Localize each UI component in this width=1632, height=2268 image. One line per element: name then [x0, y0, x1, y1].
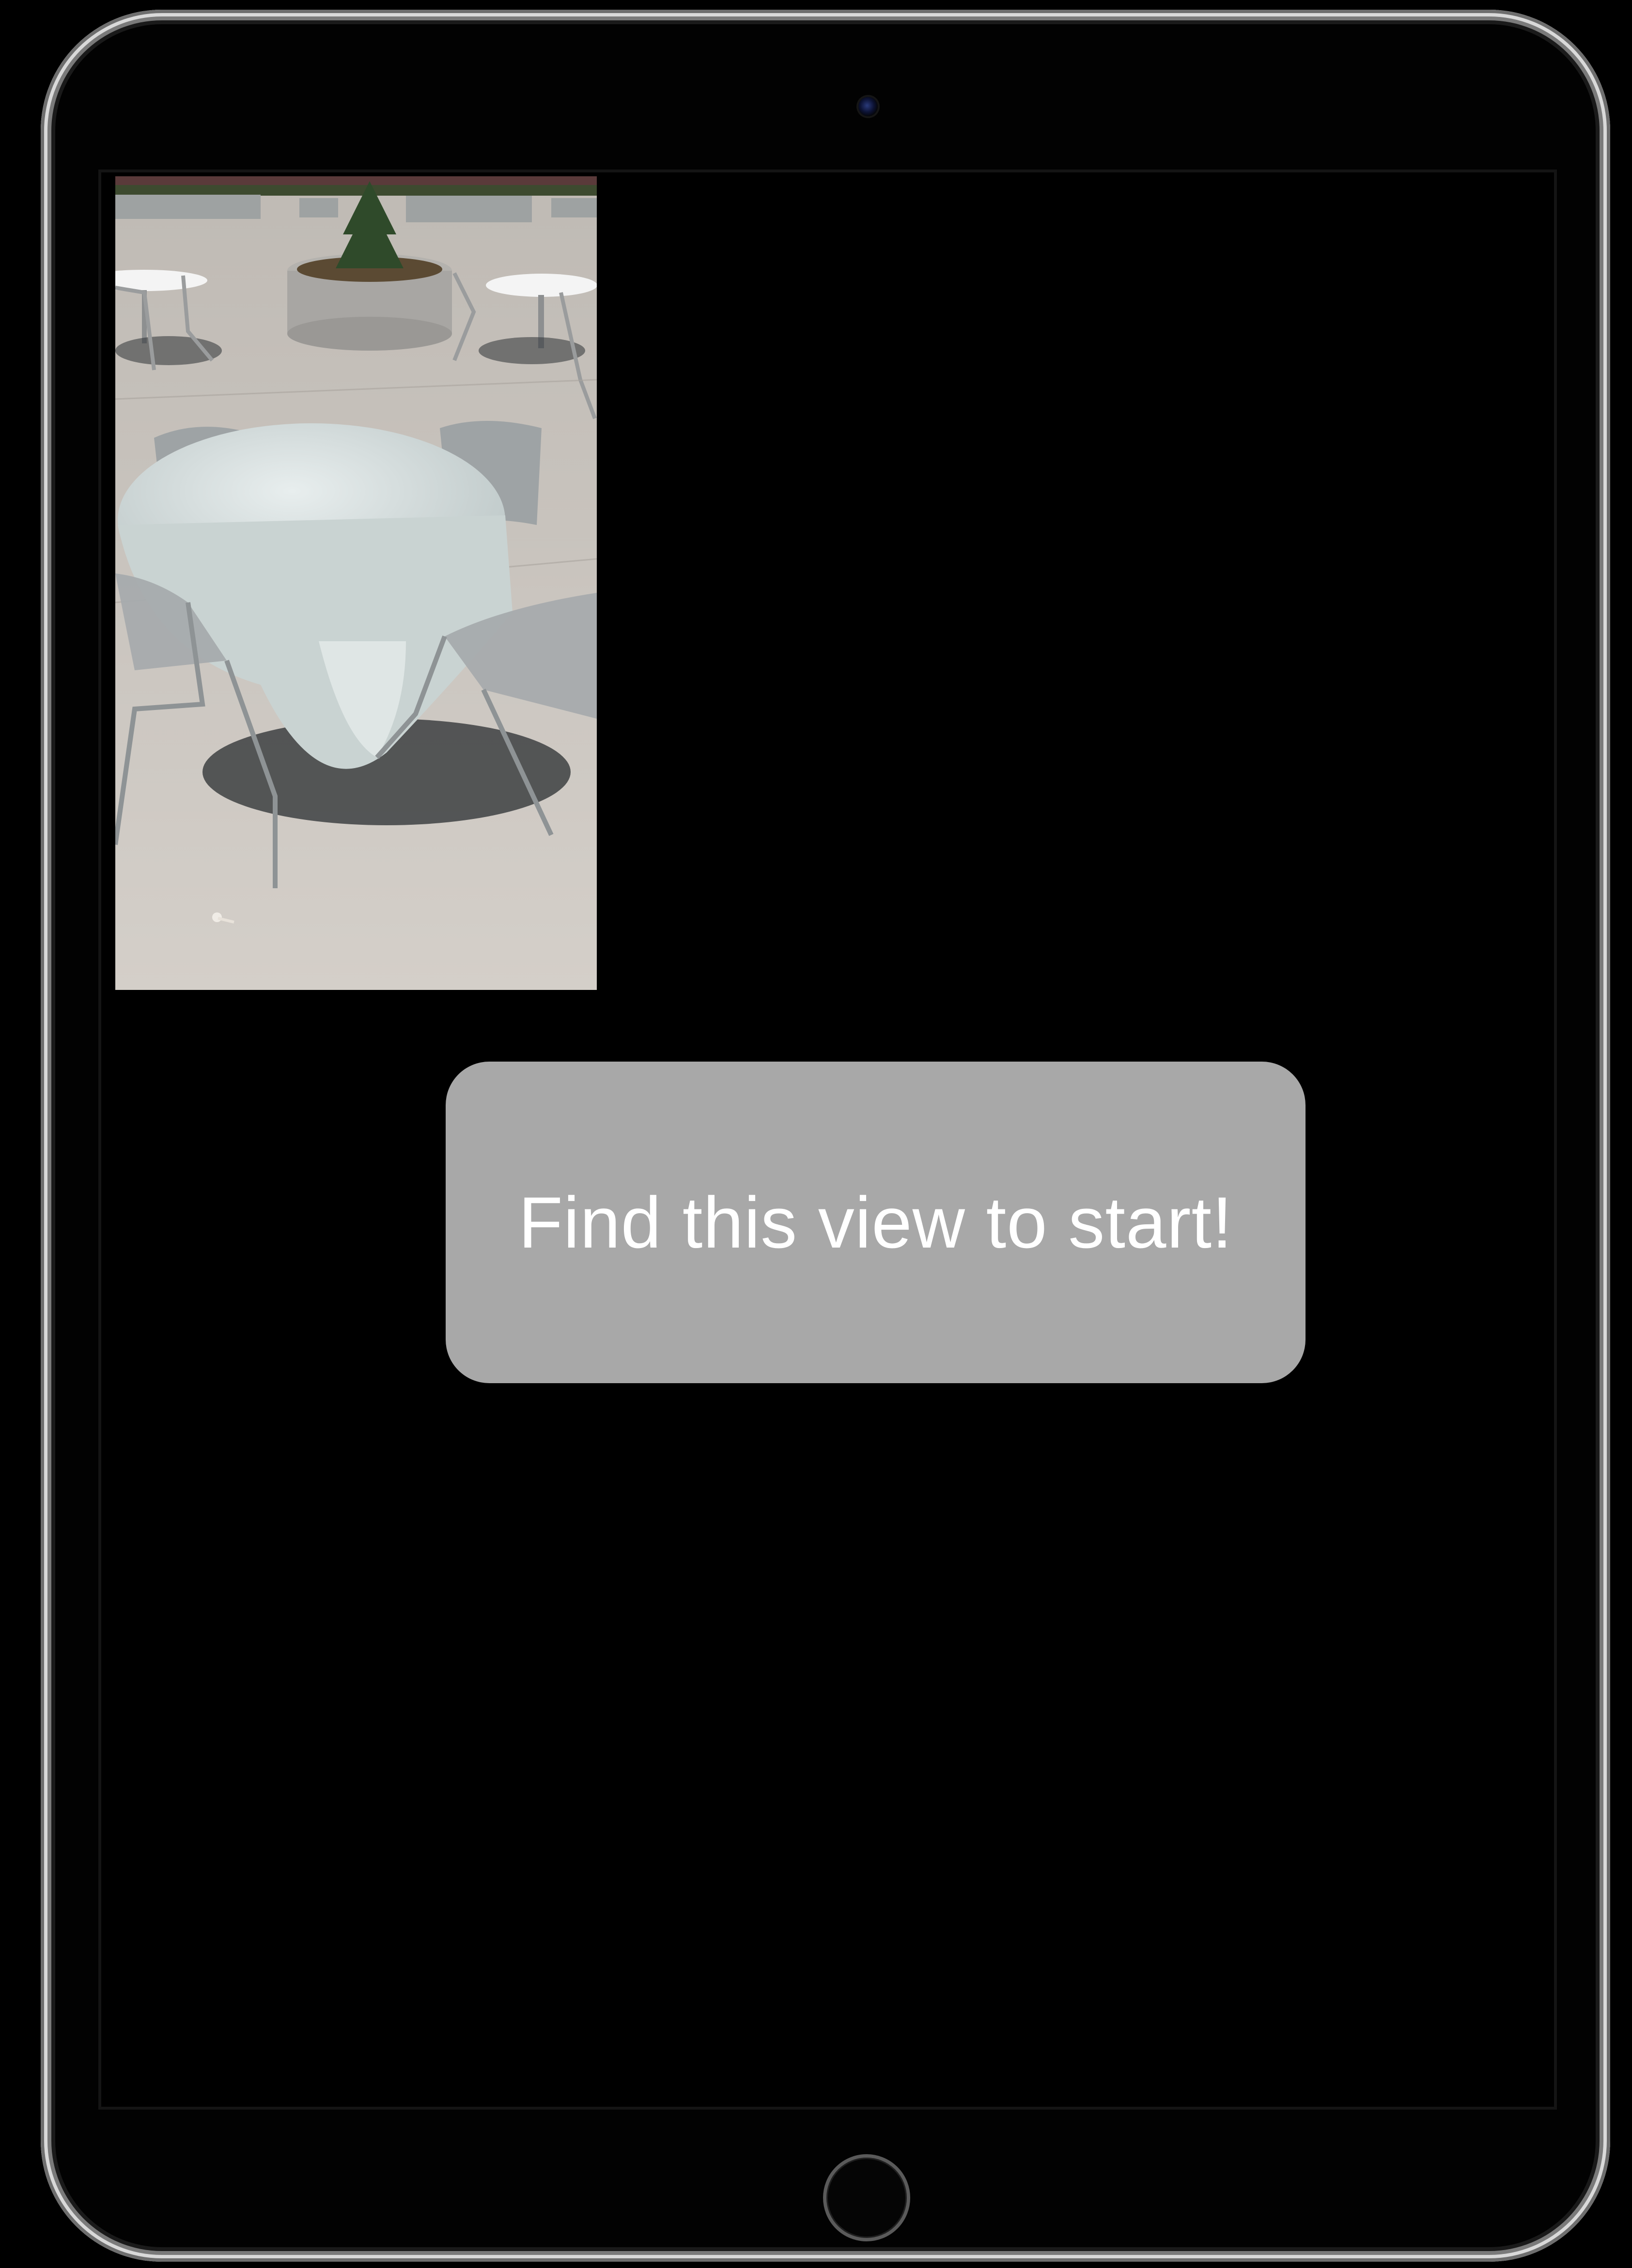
reference-photo	[115, 176, 597, 990]
front-camera-icon	[858, 97, 878, 116]
home-button[interactable]	[823, 2154, 910, 2241]
start-prompt-card: Find this view to start!	[446, 1062, 1306, 1383]
start-prompt-text: Find this view to start!	[518, 1181, 1233, 1263]
